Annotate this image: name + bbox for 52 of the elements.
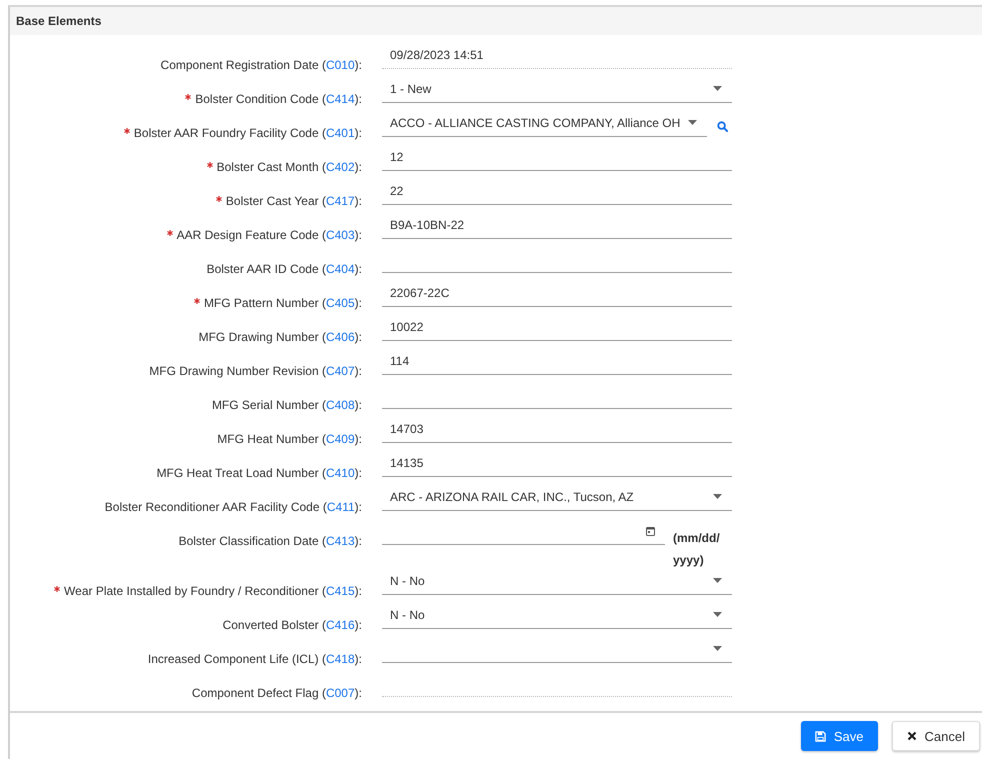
close-icon (906, 731, 917, 741)
field-label: MFG Serial Number (C408): (212, 397, 362, 412)
cancel-button[interactable]: Cancel (892, 721, 980, 751)
dropdown-caret-icon[interactable] (713, 646, 722, 651)
text-field[interactable]: 14135 (382, 453, 732, 477)
calendar-icon[interactable] (646, 526, 655, 536)
text-field[interactable]: 12 (382, 147, 732, 171)
field-label: Bolster AAR ID Code (C404): (206, 261, 362, 276)
text-field[interactable]: B9A-10BN-22 (382, 215, 732, 239)
text-field[interactable]: 22 (382, 181, 732, 205)
field-label: Bolster Cast Month (C402): (206, 147, 362, 174)
field-label: Bolster AAR Foundry Facility Code (C401): (124, 113, 362, 140)
panel-title: Base Elements (10, 7, 982, 35)
text-field[interactable]: 114 (382, 351, 732, 375)
required-icon (124, 128, 130, 134)
required-icon (216, 196, 222, 202)
select-field[interactable]: ARC - ARIZONA RAIL CAR, INC., Tucson, AZ (382, 487, 732, 511)
required-icon (166, 230, 173, 236)
select-field[interactable]: ACCO - ALLIANCE CASTING COMPANY, Alliance OH (382, 113, 707, 137)
dropdown-caret-icon[interactable] (688, 120, 697, 125)
field-label: AAR Design Feature Code (C403): (166, 215, 362, 242)
select-field[interactable]: 1 - New (382, 79, 732, 103)
field-label: Component Registration Date (C010): (160, 57, 362, 72)
dropdown-caret-icon[interactable] (713, 86, 722, 91)
save-button[interactable]: Save (800, 721, 878, 751)
field-label: MFG Heat Treat Load Number (C410): (156, 465, 362, 480)
select-field[interactable]: N - No (382, 571, 732, 595)
required-icon (206, 162, 213, 168)
text-field[interactable]: 10022 (382, 317, 732, 341)
required-icon (54, 586, 60, 592)
field-label: MFG Heat Number (C409): (217, 431, 362, 446)
field-label: Wear Plate Installed by Foundry / Reconditioner (C415): (54, 571, 362, 598)
dropdown-caret-icon[interactable] (713, 578, 722, 583)
field-label: MFG Pattern Number (C405): (194, 283, 362, 310)
field-label: Bolster Condition Code (C414): (185, 79, 362, 106)
field-label: Increased Component Life (ICL) (C418): (148, 651, 362, 666)
text-field[interactable]: 14703 (382, 419, 732, 443)
required-icon (194, 298, 200, 304)
select-field[interactable]: N - No (382, 605, 732, 629)
dropdown-caret-icon[interactable] (713, 494, 722, 499)
field-label: Bolster Cast Year (C417): (216, 181, 362, 208)
date-format-hint: (mm/dd/yyyy) (673, 530, 721, 569)
field-label: Converted Bolster (C416): (222, 617, 362, 632)
field-label: Bolster Reconditioner AAR Facility Code (C411): (104, 499, 362, 514)
text-field[interactable]: 22067-22C (382, 283, 732, 307)
field-label: Component Defect Flag (C007): (192, 685, 362, 700)
dropdown-caret-icon[interactable] (713, 612, 722, 617)
field-label: Bolster Classification Date (C413): (178, 533, 362, 548)
field-label: MFG Drawing Number (C406): (198, 329, 362, 344)
field-label: MFG Drawing Number Revision (C407): (149, 363, 362, 378)
required-icon (185, 94, 192, 100)
readonly-field: 09/28/2023 14:51 (382, 45, 732, 69)
